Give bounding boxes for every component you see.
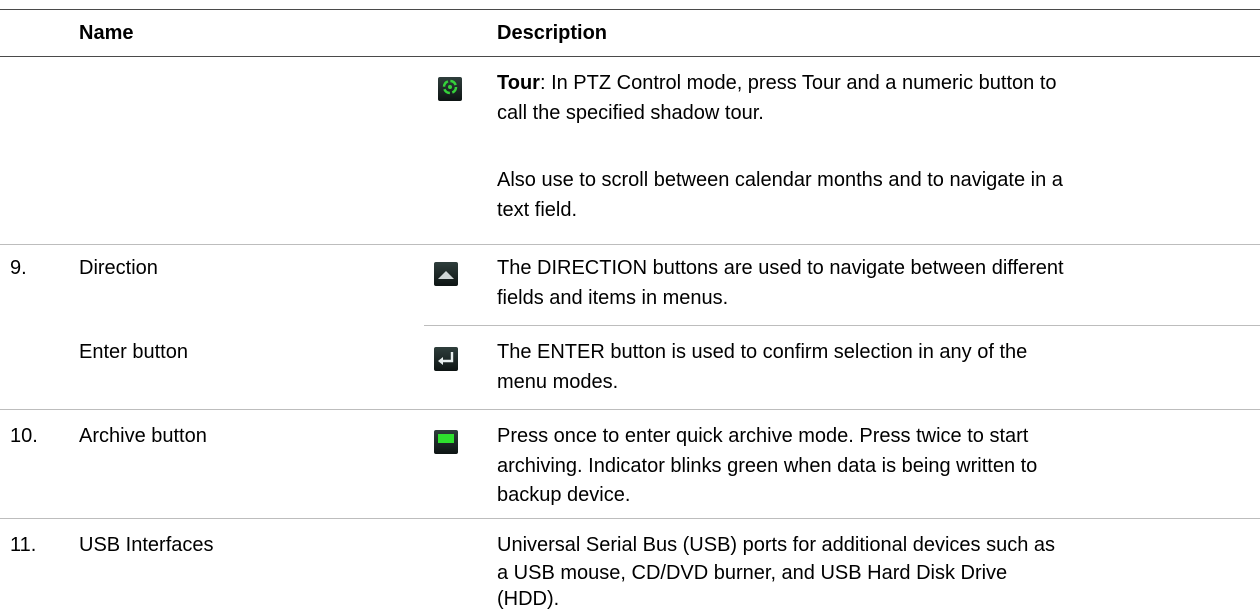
row-description-line1: The ENTER button is used to confirm sele… <box>497 341 1028 363</box>
enter-icon <box>434 347 458 371</box>
header-name: Name <box>79 22 134 44</box>
tour-text: : In PTZ Control mode, press Tour and a … <box>539 72 1057 94</box>
direction-up-icon <box>434 262 458 286</box>
row-description-line1: Press once to enter quick archive mode. … <box>497 425 1029 447</box>
row-description-line1: Universal Serial Bus (USB) ports for add… <box>497 534 1056 556</box>
tour-note-line1: Also use to scroll between calendar mont… <box>497 169 1063 191</box>
row-rule <box>0 409 1260 410</box>
row-description-line2: archiving. Indicator blinks green when d… <box>497 455 1038 477</box>
table-top-rule <box>0 9 1260 10</box>
row-number: 11. <box>10 534 37 556</box>
row-name: Archive button <box>79 425 207 447</box>
row-description-line1: The DIRECTION buttons are used to naviga… <box>497 257 1064 279</box>
row-number: 9. <box>10 257 27 279</box>
row-description-line2: fields and items in menus. <box>497 287 729 309</box>
row-description-line2: a USB mouse, CD/DVD burner, and USB Hard… <box>497 562 1008 584</box>
tour-icon <box>438 77 462 101</box>
archive-icon <box>434 430 458 454</box>
row-rule <box>0 518 1260 519</box>
row-rule-partial <box>424 325 1260 326</box>
row-name: USB Interfaces <box>79 534 214 556</box>
row-name: Direction <box>79 257 158 279</box>
tour-description-line2: call the specified shadow tour. <box>497 102 764 124</box>
row-description-line3: (HDD). <box>497 588 560 610</box>
header-rule <box>0 56 1260 57</box>
spec-table: Name Description Tour: In PTZ Control mo… <box>0 0 1260 610</box>
header-description: Description <box>497 22 608 44</box>
row-name: Enter button <box>79 341 188 363</box>
tour-description: Tour: In PTZ Control mode, press Tour an… <box>497 70 1057 97</box>
row-rule <box>0 244 1260 245</box>
tour-note-line2: text field. <box>497 199 578 221</box>
row-description-line3: backup device. <box>497 484 631 506</box>
row-number: 10. <box>10 425 38 447</box>
row-description-line2: menu modes. <box>497 371 619 393</box>
tour-term: Tour <box>497 72 540 94</box>
